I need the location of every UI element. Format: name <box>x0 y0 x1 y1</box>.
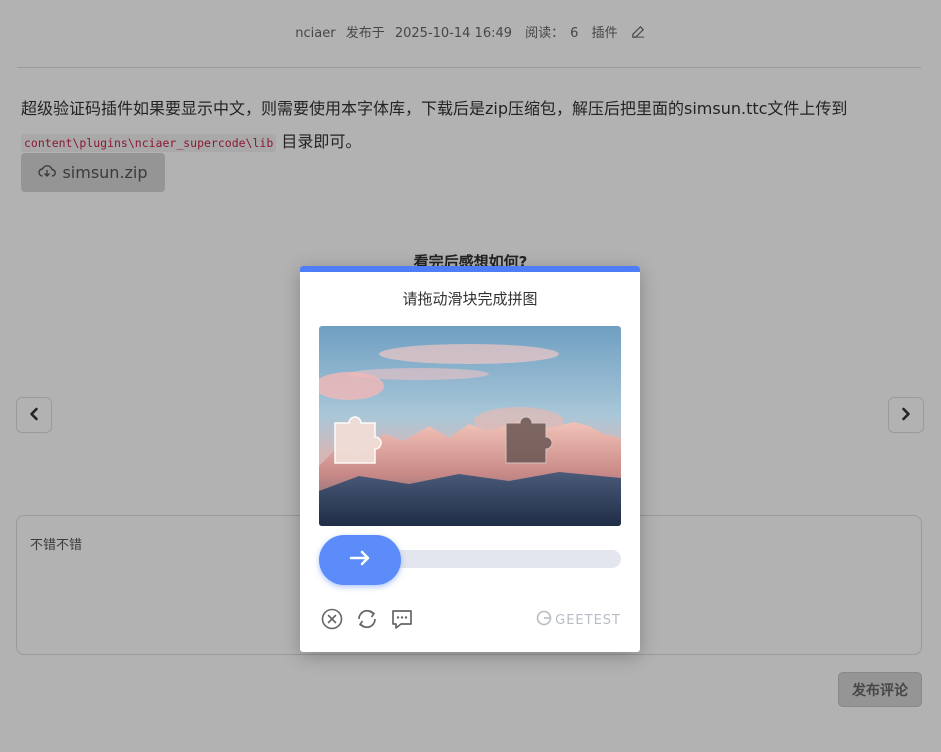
geetest-brand-text: GEETEST <box>555 612 621 628</box>
puzzle-image <box>319 326 621 526</box>
captcha-title: 请拖动滑块完成拼图 <box>402 290 538 308</box>
close-circle-icon[interactable] <box>320 607 344 631</box>
captcha-accent-bar <box>300 266 640 272</box>
slider-handle[interactable] <box>319 535 401 585</box>
refresh-icon[interactable] <box>355 607 379 631</box>
geetest-brand-icon <box>536 610 552 630</box>
geetest-logo: GEETEST <box>536 610 621 630</box>
feedback-icon[interactable] <box>390 607 414 631</box>
arrow-right-icon <box>349 550 371 570</box>
captcha-dialog: 请拖动滑块完成拼图 GEETEST <box>300 266 640 652</box>
